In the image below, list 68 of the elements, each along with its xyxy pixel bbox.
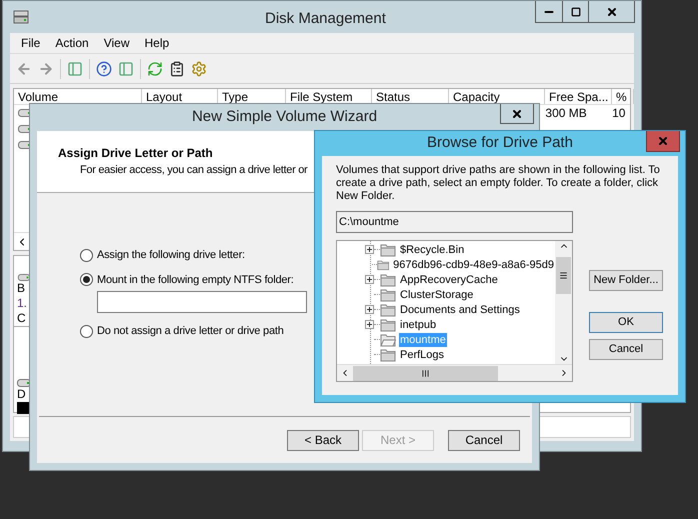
disk-label: B bbox=[17, 281, 26, 296]
help-icon[interactable] bbox=[96, 60, 112, 76]
dialog-title: Browse for Drive Path bbox=[427, 133, 573, 154]
folder-name[interactable]: AppRecoveryCache bbox=[399, 272, 499, 286]
folder-name[interactable]: Documents and Settings bbox=[399, 302, 521, 316]
radio-button[interactable] bbox=[80, 248, 93, 262]
grip-icon bbox=[421, 368, 430, 378]
radio-button[interactable] bbox=[80, 273, 93, 286]
folder-icon bbox=[380, 272, 396, 286]
menu-item[interactable]: Action bbox=[49, 34, 95, 52]
radio-option[interactable]: Do not assign a drive letter or drive path bbox=[80, 323, 284, 340]
dialog-button[interactable]: OK bbox=[589, 312, 663, 333]
folder-icon bbox=[380, 302, 396, 316]
folder-icon bbox=[380, 318, 396, 332]
vertical-scrollbar[interactable] bbox=[555, 241, 572, 364]
disk-label: C bbox=[17, 311, 26, 326]
horizontal-scrollbar[interactable] bbox=[337, 364, 572, 381]
folder-icon bbox=[380, 242, 396, 256]
disk-label: D bbox=[17, 387, 26, 402]
window-title: New Simple Volume Wizard bbox=[192, 107, 378, 128]
folder-name[interactable]: 9676db96-cdb9-48e9-a8a6-95d9 bbox=[392, 258, 555, 272]
expand-icon[interactable] bbox=[365, 305, 374, 314]
radio-option[interactable]: Mount in the following empty NTFS folder: bbox=[80, 272, 294, 288]
properties-icon[interactable] bbox=[169, 60, 185, 76]
radio-option[interactable]: Assign the following drive letter: bbox=[80, 247, 245, 264]
table-cell-text: 10 bbox=[611, 105, 626, 122]
menu-item[interactable]: Help bbox=[138, 34, 176, 52]
folder-icon bbox=[380, 288, 396, 302]
radio-button[interactable] bbox=[80, 324, 93, 338]
disk-drive-icon bbox=[13, 10, 29, 24]
open-folder-icon bbox=[380, 332, 396, 346]
expand-icon[interactable] bbox=[365, 275, 374, 284]
grip-icon bbox=[559, 271, 568, 280]
maximize-button[interactable] bbox=[563, 1, 589, 23]
folder-icon bbox=[380, 348, 396, 362]
folder-name[interactable]: ClusterStorage bbox=[399, 288, 474, 302]
wizard-button[interactable]: < Back bbox=[287, 430, 359, 450]
expand-icon[interactable] bbox=[365, 320, 374, 329]
menu-item[interactable]: File bbox=[15, 34, 46, 52]
dialog-description: Volumes that support drive paths are shown in the following list. To create a drive path, select an empty folder. To create a folder, click New Folder. bbox=[336, 164, 661, 203]
folder-name[interactable]: inetpub bbox=[399, 318, 438, 332]
menu-item[interactable]: View bbox=[98, 34, 136, 52]
expand-icon[interactable] bbox=[365, 245, 374, 254]
column-header[interactable]: % bbox=[612, 89, 634, 104]
refresh-icon[interactable] bbox=[147, 60, 163, 76]
page-description: For easier access, you can assign a drive letter or bbox=[80, 163, 308, 178]
maximize-icon bbox=[570, 6, 580, 16]
folder-icon bbox=[376, 258, 390, 272]
table-cell-text: 300 MB bbox=[544, 105, 588, 122]
folder-name[interactable]: PerfLogs bbox=[399, 348, 446, 362]
folder-path-field[interactable] bbox=[97, 291, 307, 313]
settings-icon[interactable] bbox=[191, 60, 207, 76]
path-field[interactable]: C:\mountme bbox=[336, 211, 573, 233]
close-icon bbox=[606, 6, 618, 18]
folder-name[interactable]: $Recycle.Bin bbox=[399, 242, 466, 256]
wizard-button[interactable]: Cancel bbox=[448, 430, 520, 450]
close-icon bbox=[511, 108, 523, 120]
column-header[interactable]: Free Spa... bbox=[545, 89, 612, 104]
unallocated-bar bbox=[17, 402, 29, 414]
close-button[interactable] bbox=[589, 1, 635, 23]
minimize-button[interactable] bbox=[535, 1, 563, 23]
close-icon bbox=[657, 135, 669, 147]
page-heading: Assign Drive Letter or Path bbox=[58, 145, 214, 162]
close-button[interactable] bbox=[500, 104, 534, 124]
dialog-button[interactable]: Cancel bbox=[589, 339, 663, 360]
dialog-button[interactable]: New Folder... bbox=[589, 270, 663, 291]
window-title: Disk Management bbox=[265, 9, 386, 29]
disk-label: 1. bbox=[17, 296, 28, 311]
